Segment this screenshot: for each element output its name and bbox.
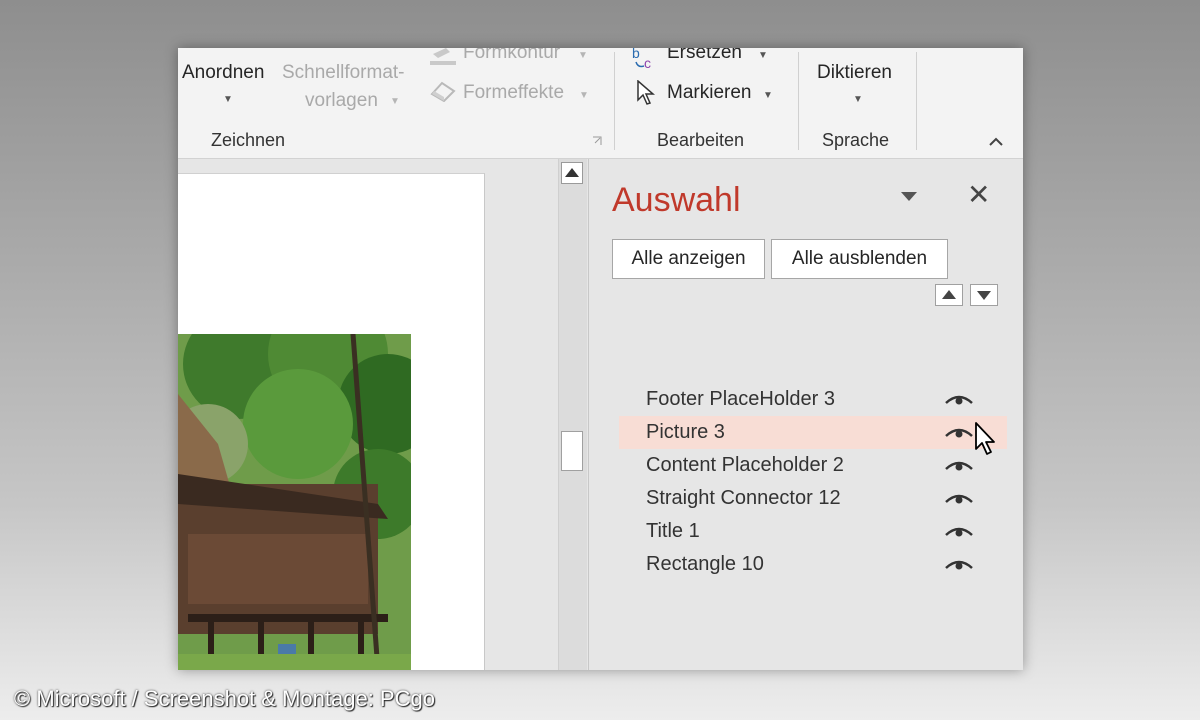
quick-styles-dropdown-caret-icon[interactable]: ▼ — [390, 96, 400, 107]
ribbon-separator — [916, 52, 917, 150]
shape-outline-caret-icon[interactable]: ▼ — [578, 50, 588, 61]
shape-outline-icon — [430, 48, 456, 65]
svg-text:b: b — [632, 48, 640, 61]
svg-text:c: c — [644, 55, 651, 70]
bring-forward-icon — [942, 290, 956, 299]
shape-effects-button[interactable]: Formeffekte — [463, 82, 564, 104]
group-label-zeichnen: Zeichnen — [211, 130, 286, 150]
group-label-bearbeiten: Bearbeiten — [657, 130, 745, 150]
slide-canvas[interactable] — [178, 173, 485, 670]
eye-icon[interactable] — [944, 458, 974, 472]
list-item-label: Content Placeholder 2 — [646, 454, 844, 476]
hide-all-button[interactable]: Alle ausblenden — [771, 239, 948, 279]
arrange-button[interactable]: Anordnen — [182, 62, 264, 84]
scroll-up-button[interactable] — [561, 162, 583, 184]
close-icon[interactable]: ✕ — [967, 181, 990, 209]
list-item-label: Title 1 — [646, 520, 700, 542]
dialog-launcher-icon[interactable] — [592, 136, 602, 146]
list-item[interactable]: Footer PlaceHolder 3 — [619, 383, 1007, 416]
send-backward-icon — [977, 291, 991, 300]
select-caret-icon[interactable]: ▼ — [763, 90, 773, 101]
slide-picture[interactable] — [178, 334, 411, 670]
ribbon-separator — [614, 52, 615, 150]
shape-effects-caret-icon[interactable]: ▼ — [579, 90, 589, 101]
eye-icon[interactable] — [944, 524, 974, 538]
replace-button[interactable]: Ersetzen — [667, 48, 742, 64]
eye-icon[interactable] — [944, 557, 974, 571]
show-all-button[interactable]: Alle anzeigen — [612, 239, 765, 279]
selection-pane: Auswahl ✕ Alle anzeigen Alle ausblenden … — [588, 159, 1023, 670]
mouse-pointer-icon — [975, 422, 995, 455]
quick-styles-label-line2: vorlagen — [305, 90, 378, 111]
dictate-button[interactable]: Diktieren — [817, 62, 892, 84]
list-item[interactable]: Straight Connector 12 — [619, 482, 1007, 515]
scroll-thumb[interactable] — [561, 431, 583, 471]
replace-caret-icon[interactable]: ▼ — [758, 50, 768, 61]
eye-icon[interactable] — [944, 425, 974, 439]
ribbon: Anordnen ▼ Schnellformat- vorlagen ▼ For… — [178, 48, 1023, 159]
list-item-label: Footer PlaceHolder 3 — [646, 388, 835, 410]
quick-styles-button[interactable]: Schnellformat- — [282, 62, 405, 84]
list-item-label: Picture 3 — [646, 421, 725, 443]
pane-title: Auswahl — [612, 181, 741, 219]
send-backward-button[interactable] — [970, 284, 998, 306]
list-item[interactable]: Title 1 — [619, 515, 1007, 548]
image-credit: © Microsoft / Screenshot & Montage: PCgo — [14, 686, 435, 711]
arrange-dropdown-caret-icon[interactable]: ▼ — [223, 94, 233, 105]
pane-options-dropdown-icon[interactable] — [901, 192, 917, 201]
picture-content — [178, 334, 411, 670]
select-cursor-icon — [637, 80, 656, 105]
group-label-sprache: Sprache — [822, 130, 890, 150]
document-area — [178, 159, 588, 670]
eye-icon[interactable] — [944, 491, 974, 505]
replace-icon: b c — [632, 48, 651, 70]
shape-outline-button[interactable]: Formkontur — [463, 48, 560, 64]
list-item[interactable]: Rectangle 10 — [619, 548, 1007, 581]
shape-effects-icon — [430, 81, 456, 102]
list-item-label: Straight Connector 12 — [646, 487, 841, 509]
ribbon-separator — [798, 52, 799, 150]
scroll-up-arrow-icon — [565, 168, 579, 177]
list-item-selected[interactable]: Picture 3 — [619, 416, 1007, 449]
app-window: Anordnen ▼ Schnellformat- vorlagen ▼ For… — [178, 48, 1023, 670]
select-button[interactable]: Markieren — [667, 82, 751, 104]
bring-forward-button[interactable] — [935, 284, 963, 306]
dictate-caret-icon[interactable]: ▼ — [853, 94, 863, 105]
vertical-scrollbar[interactable] — [558, 159, 587, 670]
list-item[interactable]: Content Placeholder 2 — [619, 449, 1007, 482]
list-item-label: Rectangle 10 — [646, 553, 764, 575]
eye-icon[interactable] — [944, 392, 974, 406]
collapse-ribbon-icon[interactable] — [989, 136, 1003, 146]
